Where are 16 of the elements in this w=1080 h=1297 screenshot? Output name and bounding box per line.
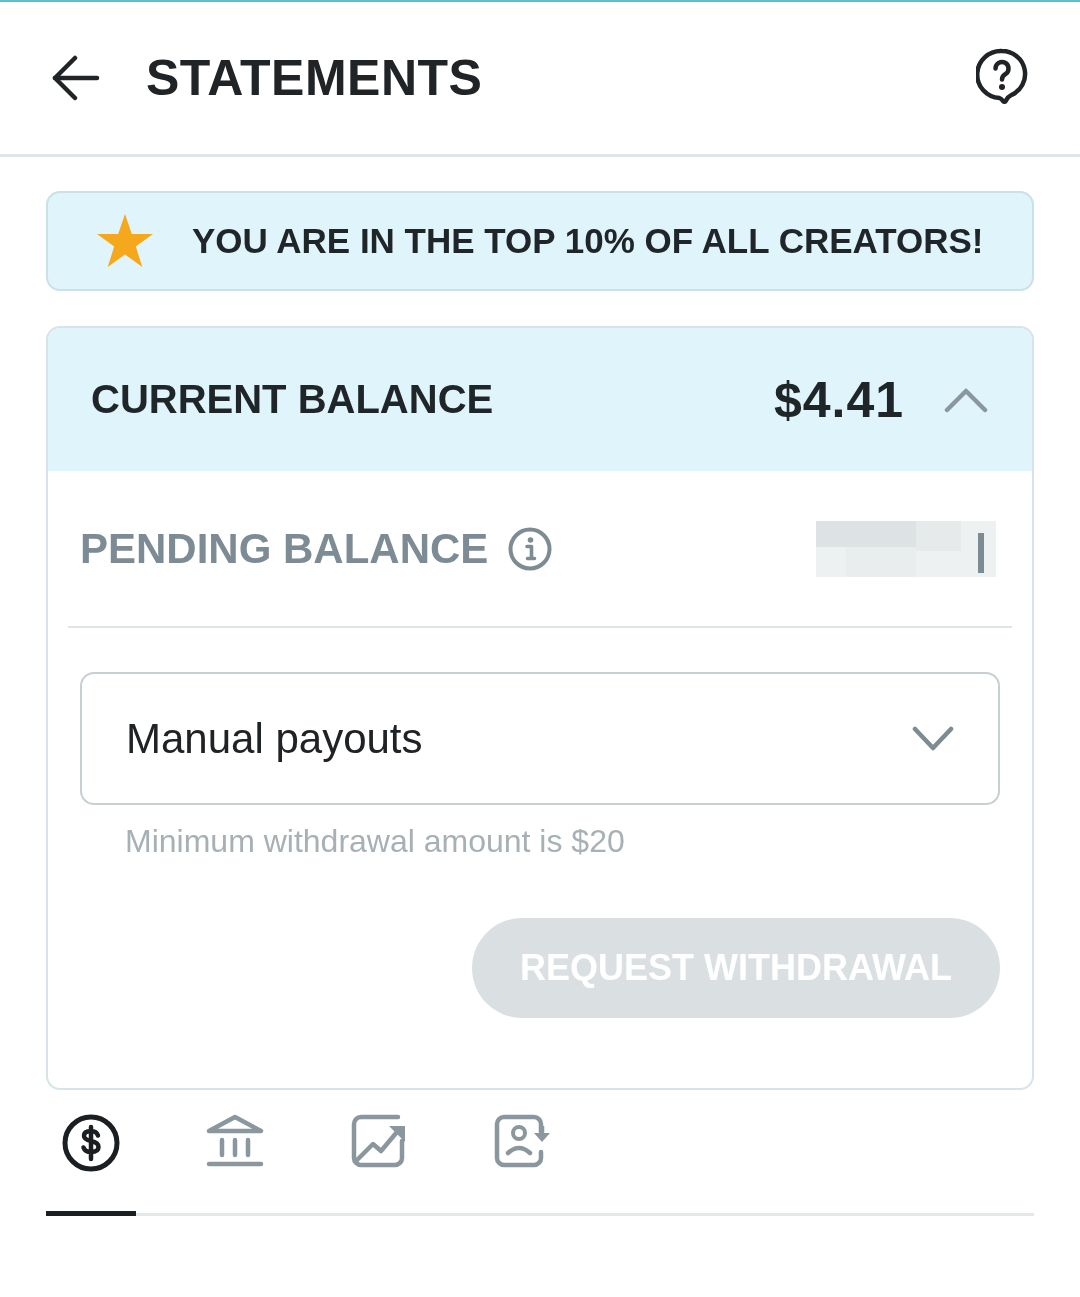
hint-text: Minimum withdrawal amount is $20	[125, 823, 626, 860]
dollar-circle-icon	[62, 1114, 120, 1172]
balance-amount: $4.41	[773, 370, 904, 429]
payout-method-dropdown[interactable]: Manual payouts	[80, 672, 1000, 805]
page-title: STATEMENTS	[146, 49, 484, 107]
profile-download-icon	[494, 1114, 552, 1168]
chevron-up-icon[interactable]	[944, 386, 988, 413]
pending-balance-label: PENDING BALANCE	[80, 524, 489, 573]
star-icon	[96, 213, 154, 269]
balance-title: CURRENT BALANCE	[91, 377, 495, 422]
chart-image-icon	[351, 1114, 407, 1168]
banner-text: YOU ARE IN THE TOP 10% OF ALL CREATORS!	[192, 221, 984, 261]
balance-header[interactable]: CURRENT BALANCE $4.41	[48, 328, 1032, 471]
bank-icon	[206, 1114, 264, 1168]
info-icon[interactable]	[508, 526, 553, 571]
chevron-down-icon	[912, 725, 954, 752]
